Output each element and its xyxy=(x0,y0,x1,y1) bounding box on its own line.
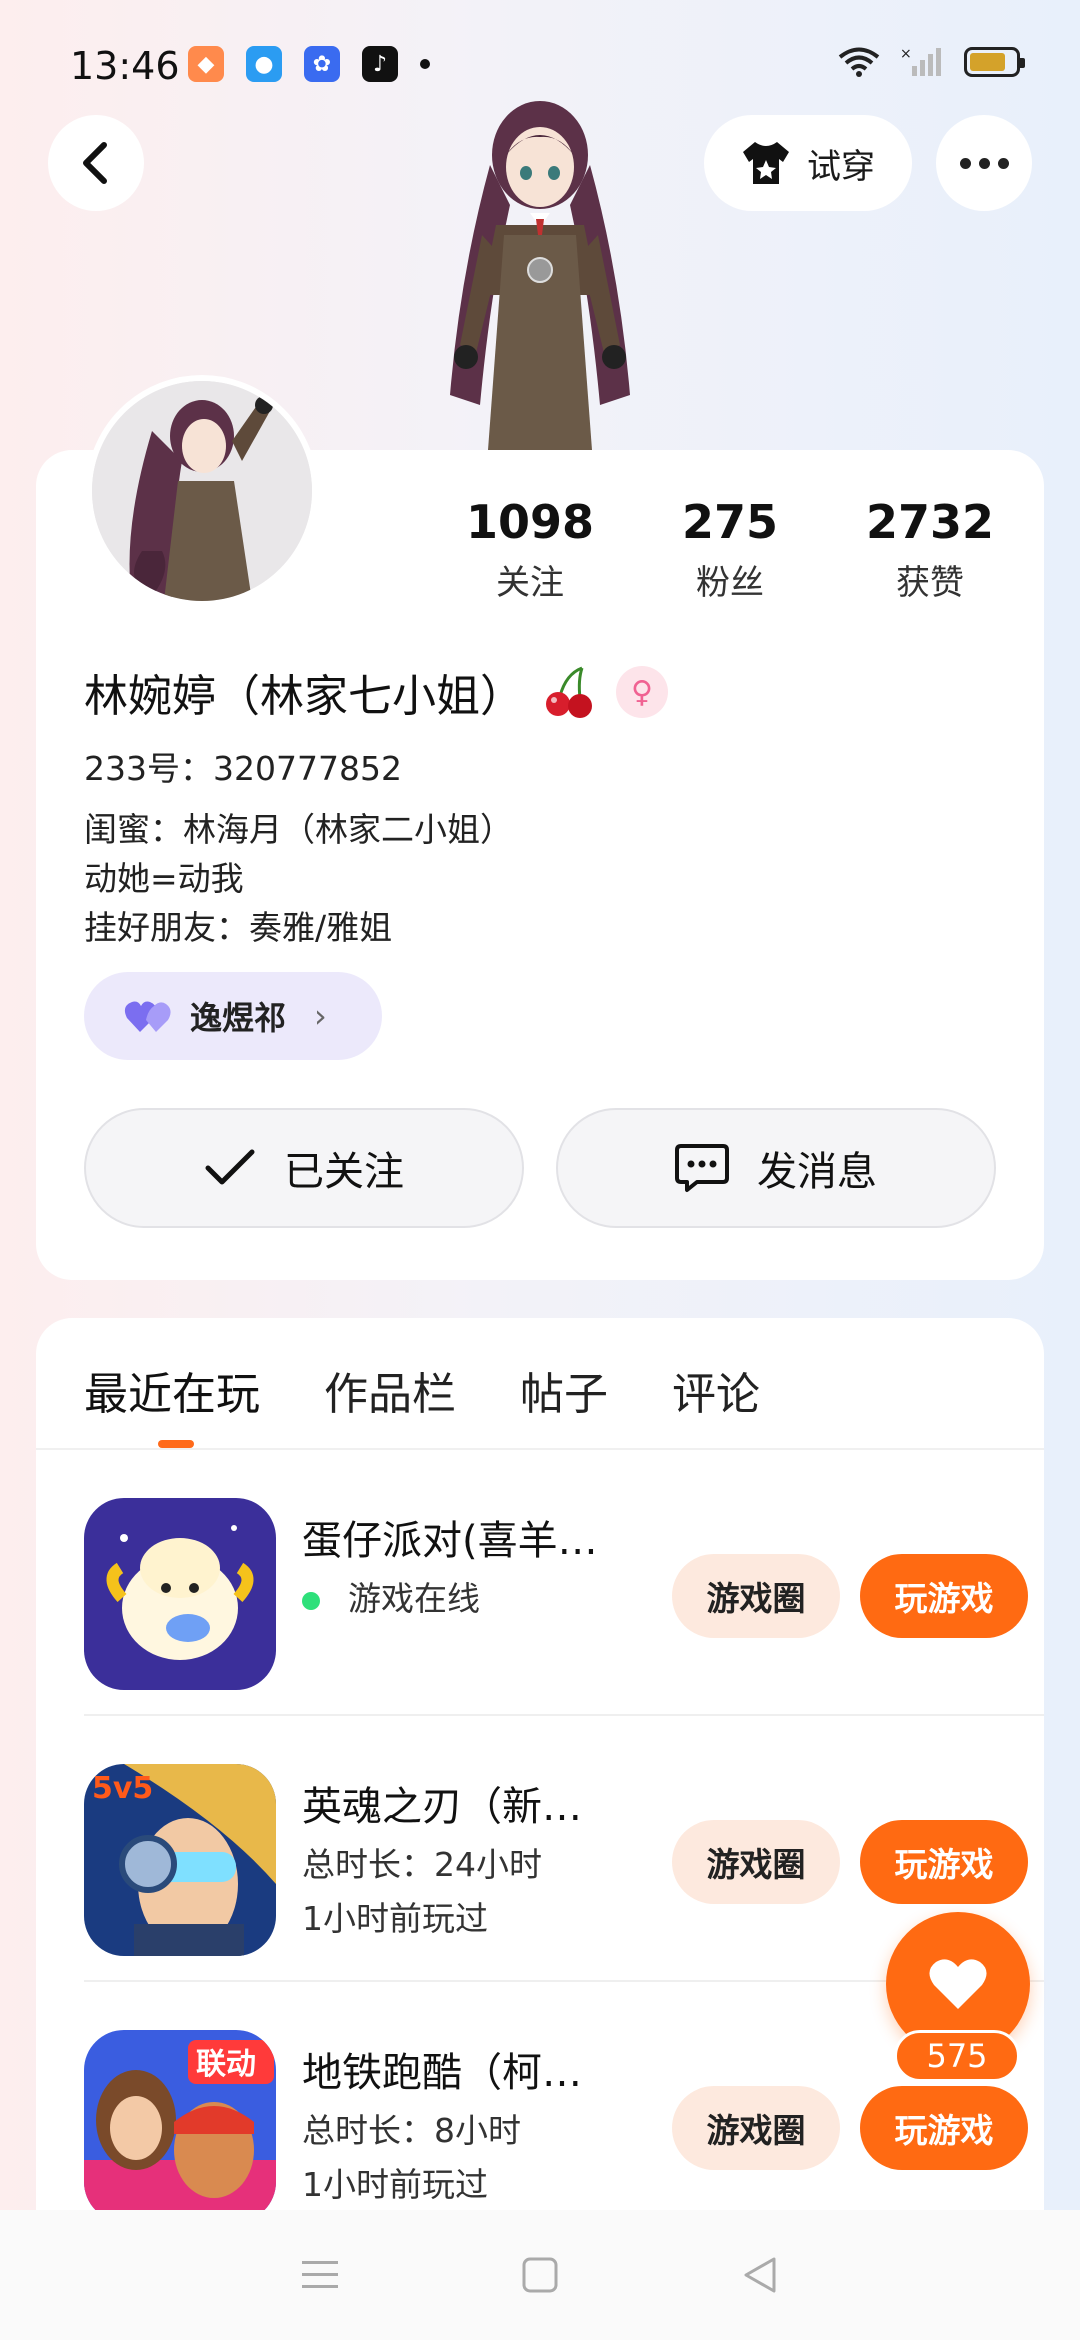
stats-row: 1098 关注 275 粉丝 2732 获赞 xyxy=(430,495,1030,604)
message-button[interactable]: 发消息 xyxy=(556,1108,996,1228)
try-on-label: 试穿 xyxy=(807,146,875,187)
svg-text:联动: 联动 xyxy=(196,2047,256,2082)
game-status: 游戏在线 xyxy=(302,1572,480,1620)
try-on-button[interactable]: 试穿 xyxy=(704,115,912,211)
bio: 闺蜜：林海月（林家二小姐） 动她=动我 挂好朋友：奏雅/雅姐 xyxy=(84,805,513,952)
home-icon[interactable] xyxy=(518,2253,562,2297)
game-title: 地铁跑酷（柯… xyxy=(302,2050,582,2096)
game-circle-button[interactable]: 游戏圈 xyxy=(672,1554,840,1638)
stat-label: 粉丝 xyxy=(696,563,764,603)
back-triangle-icon[interactable] xyxy=(738,2253,782,2297)
more-options-button[interactable] xyxy=(936,115,1032,211)
stat-followers[interactable]: 275 粉丝 xyxy=(630,495,830,604)
following-button[interactable]: 已关注 xyxy=(84,1108,524,1228)
game-row[interactable]: 蛋仔派对(喜羊… 游戏在线 游戏圈 玩游戏 xyxy=(84,1450,1044,1716)
battery-icon xyxy=(964,47,1025,77)
play-game-button[interactable]: 玩游戏 xyxy=(860,1554,1028,1638)
stat-following[interactable]: 1098 关注 xyxy=(430,495,630,604)
username-row: 林婉婷（林家七小姐） ♀ xyxy=(84,660,668,724)
like-count: 575 xyxy=(894,2030,1020,2082)
notification-icons: ◆ ● ✿ ♪ xyxy=(188,46,430,82)
user-id: 233号：320777852 xyxy=(84,749,402,788)
stat-number: 2732 xyxy=(865,495,995,549)
game-icon-subway-surfers[interactable]: 联动 xyxy=(84,2030,276,2222)
stat-likes[interactable]: 2732 获赞 xyxy=(830,495,1030,604)
tab-works[interactable]: 作品栏 xyxy=(324,1358,456,1422)
more-notifications-icon xyxy=(420,59,430,69)
system-nav-bar xyxy=(0,2210,1080,2340)
more-dot-icon xyxy=(997,157,1009,169)
svg-text:5v5: 5v5 xyxy=(92,1771,153,1806)
relationship-tag-chip[interactable]: 逸煜祁 › xyxy=(84,972,382,1060)
game-title: 蛋仔派对(喜羊… xyxy=(302,1518,598,1564)
chevron-left-icon xyxy=(83,142,107,184)
play-game-button[interactable]: 玩游戏 xyxy=(860,2086,1028,2170)
character-figure xyxy=(420,95,660,455)
stat-number: 1098 xyxy=(465,495,595,549)
tag-label: 逸煜祁 xyxy=(190,999,287,1037)
profile-tabs: 最近在玩 作品栏 帖子 评论 xyxy=(84,1358,760,1422)
tab-posts[interactable]: 帖子 xyxy=(520,1358,608,1422)
tiktok-app-icon: ♪ xyxy=(362,46,398,82)
message-label: 发消息 xyxy=(757,1149,877,1195)
back-button[interactable] xyxy=(48,115,144,211)
game-playtime: 总时长：24小时 xyxy=(302,1845,542,1884)
bio-line: 闺蜜：林海月（林家二小姐） xyxy=(84,810,513,849)
more-dot-icon xyxy=(959,157,971,169)
follow-label: 已关注 xyxy=(284,1149,404,1195)
chevron-right-icon: › xyxy=(314,997,327,1035)
menu-icon[interactable] xyxy=(298,2255,342,2295)
checkmark-icon xyxy=(205,1149,255,1185)
bio-line: 动她=动我 xyxy=(84,859,244,898)
game-circle-button[interactable]: 游戏圈 xyxy=(672,1820,840,1904)
baidu-app-icon: ✿ xyxy=(304,46,340,82)
system-status-icons: × xyxy=(838,46,1025,78)
signal-icon: × xyxy=(900,46,941,76)
game-last-played: 1小时前玩过 xyxy=(302,2165,488,2204)
game-playtime: 总时长：8小时 xyxy=(302,2111,521,2150)
wifi-icon xyxy=(838,47,880,77)
svg-text:×: × xyxy=(900,46,912,62)
heart-icon xyxy=(929,1959,987,2009)
game-status-text: 游戏在线 xyxy=(348,1579,480,1618)
heart-pair-icon xyxy=(124,1001,171,1032)
game-app-icon: ◆ xyxy=(188,46,224,82)
online-status-icon xyxy=(302,1591,320,1610)
female-gender-icon: ♀ xyxy=(616,666,668,718)
stat-label: 关注 xyxy=(496,563,564,603)
bio-line: 挂好朋友：奏雅/雅姐 xyxy=(84,908,393,947)
game-title: 英魂之刃（新… xyxy=(302,1784,582,1830)
game-icon-eggy-party[interactable] xyxy=(84,1498,276,1690)
tab-comments[interactable]: 评论 xyxy=(672,1358,760,1422)
game-circle-button[interactable]: 游戏圈 xyxy=(672,2086,840,2170)
tab-recently-played[interactable]: 最近在玩 xyxy=(84,1358,260,1422)
username: 林婉婷（林家七小姐） xyxy=(84,671,524,722)
chat-bubble-icon xyxy=(675,1144,729,1192)
browser-app-icon: ● xyxy=(246,46,282,82)
game-icon-soul-blade[interactable]: 5v5 xyxy=(84,1764,276,1956)
status-time: 13:46 xyxy=(70,44,180,88)
stat-number: 275 xyxy=(681,495,779,549)
cherry-icon xyxy=(546,666,592,718)
tshirt-icon xyxy=(743,142,789,184)
game-last-played: 1小时前玩过 xyxy=(302,1899,488,1938)
games-card: 最近在玩 作品栏 帖子 评论 蛋仔派对(喜羊… 游戏在线 游戏圈 玩游戏 5v5… xyxy=(36,1318,1044,2340)
avatar[interactable] xyxy=(86,375,318,607)
more-dot-icon xyxy=(978,157,990,169)
stat-label: 获赞 xyxy=(896,563,964,603)
play-game-button[interactable]: 玩游戏 xyxy=(860,1820,1028,1904)
active-tab-indicator xyxy=(158,1440,194,1448)
